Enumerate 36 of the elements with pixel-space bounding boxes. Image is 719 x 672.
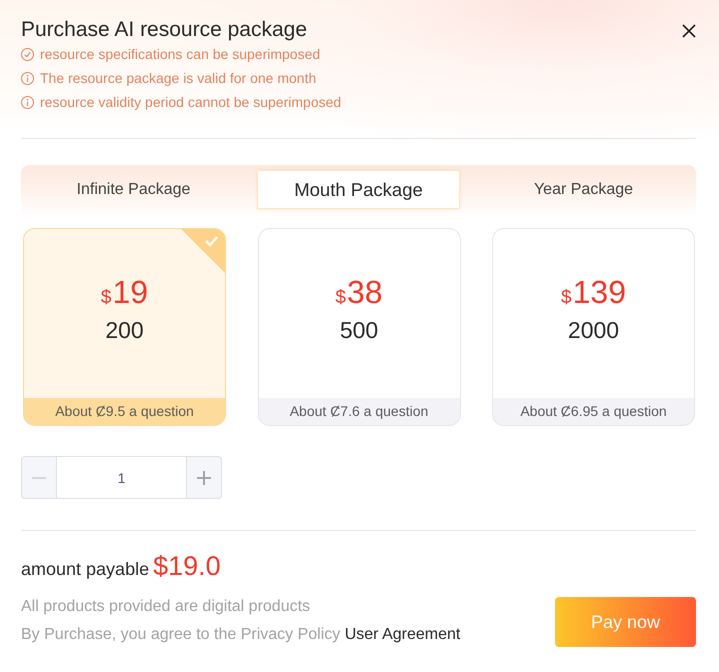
currency-symbol: $ — [561, 286, 572, 310]
note-text: resource validity period cannot be superimposed — [40, 94, 342, 110]
currency-symbol: $ — [100, 286, 112, 310]
question-count: 200 — [105, 316, 144, 345]
minus-icon — [32, 476, 46, 478]
package-card[interactable]: $19 200 About Ȼ9.5 a question — [23, 228, 226, 426]
package-tab[interactable]: Mouth Package — [257, 170, 460, 209]
package-card[interactable]: $38 500 About Ȼ7.6 a question — [258, 228, 460, 426]
question-count: 2000 — [568, 316, 620, 345]
price-value: 139 — [572, 274, 626, 310]
close-icon[interactable] — [682, 24, 696, 38]
price-value: 38 — [346, 274, 383, 310]
price-value: 19 — [112, 274, 148, 310]
corner-check-icon — [181, 229, 225, 273]
dialog-title: Purchase AI resource package — [21, 18, 308, 42]
package-card[interactable]: $139 2000 About Ȼ6.95 a question — [492, 228, 695, 426]
digital-products-notice: All products provided are digital products — [21, 597, 312, 617]
info-icon — [21, 72, 34, 84]
currency-symbol: $ — [335, 286, 346, 310]
agreement-text: By Purchase, you agree to the Privacy Policy User Agreement — [21, 625, 460, 645]
user-agreement-link[interactable]: User Agreement — [344, 626, 460, 643]
package-tab[interactable]: Year Package — [482, 170, 685, 209]
quantity-field[interactable]: 1 — [57, 456, 186, 499]
check-circle-icon — [21, 48, 34, 60]
plus-icon — [197, 470, 211, 484]
amount-label: amount payable — [21, 559, 150, 580]
package-tab[interactable]: Infinite Package — [32, 170, 235, 209]
info-icon — [21, 96, 34, 108]
note-text: The resource package is valid for one month — [40, 70, 316, 86]
note-text: resource specifications can be superimposed — [40, 46, 320, 62]
increase-button[interactable] — [186, 456, 222, 499]
amount-value: $19.0 — [153, 551, 221, 582]
price-per-question: About Ȼ6.95 a question — [493, 398, 694, 425]
price-per-question: About Ȼ7.6 a question — [258, 398, 460, 425]
price-per-question: About Ȼ9.5 a question — [24, 398, 225, 425]
question-count: 500 — [340, 316, 378, 345]
